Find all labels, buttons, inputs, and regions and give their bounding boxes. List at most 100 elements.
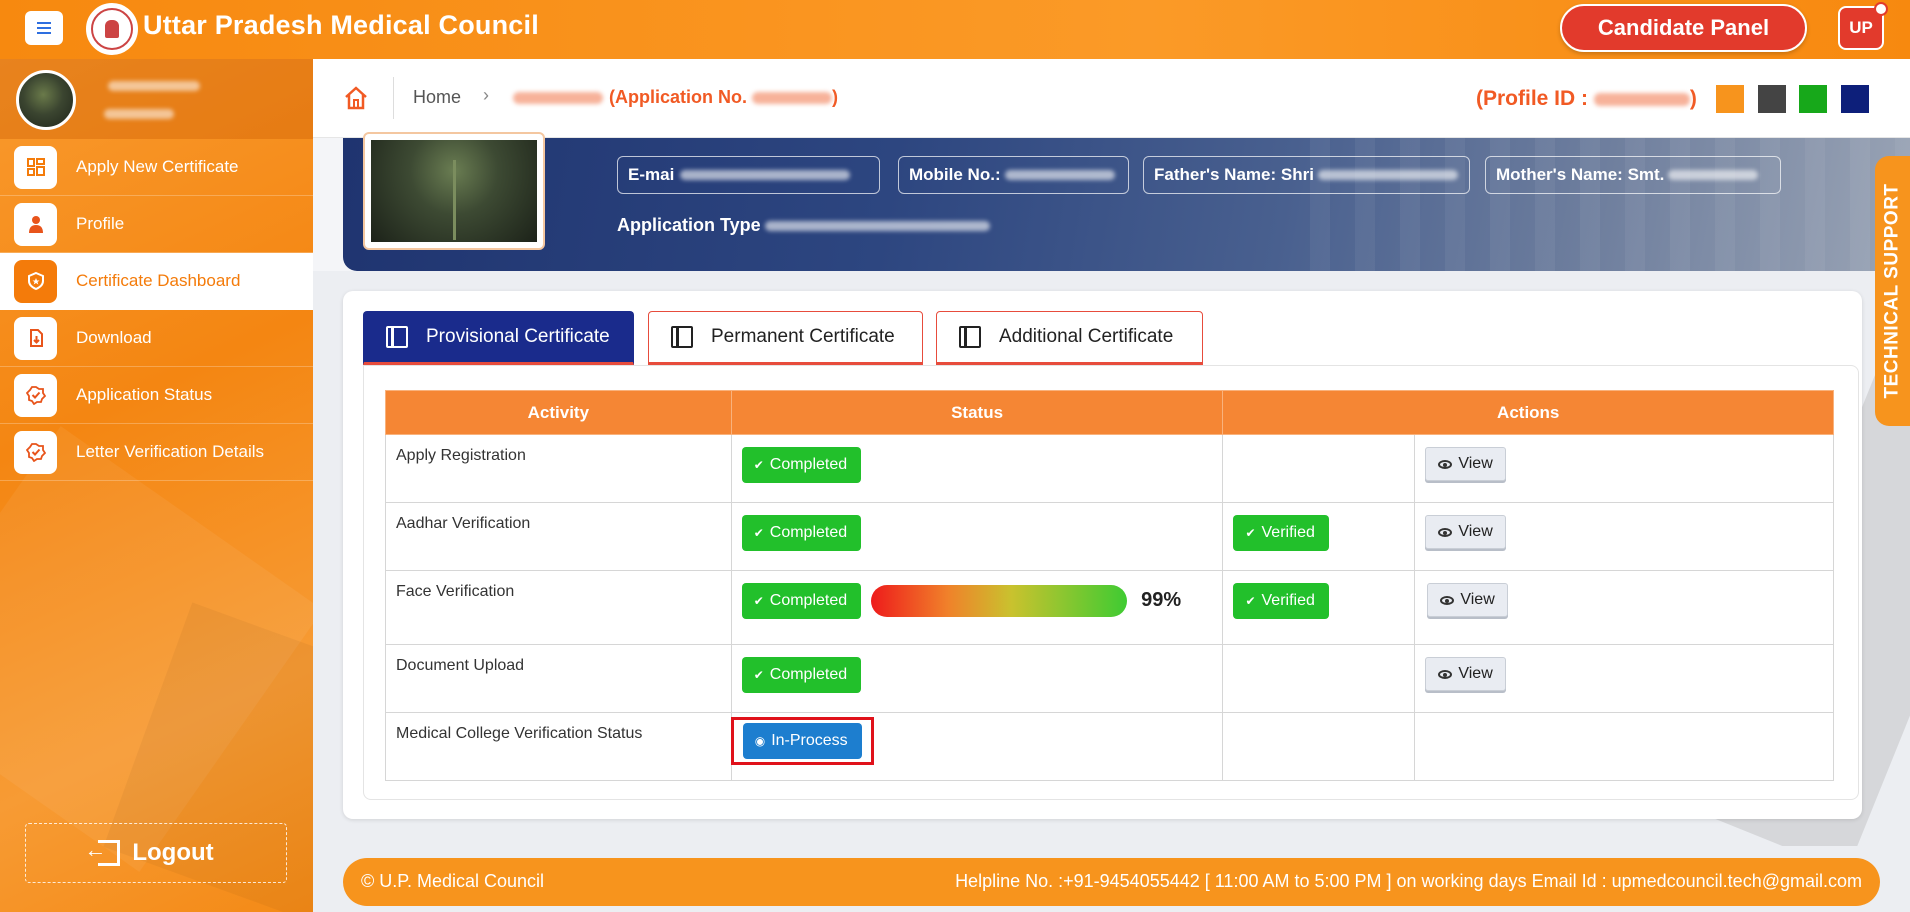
- hamburger-menu-button[interactable]: [25, 11, 63, 45]
- eye-icon: [1440, 595, 1455, 605]
- activity-cell: Aadhar Verification: [385, 502, 732, 571]
- download-icon: [14, 316, 57, 360]
- sidebar-item-label: Application Status: [76, 385, 213, 404]
- council-logo: [86, 3, 138, 55]
- mother-name-field: Mother's Name: Smt.: [1485, 156, 1781, 194]
- certificate-icon: [959, 326, 981, 348]
- activity-cell: Document Upload: [385, 644, 732, 713]
- logout-label: Logout: [132, 839, 214, 866]
- technical-support-label: TECHNICAL SUPPORT: [1881, 183, 1903, 399]
- application-type: Application Type: [617, 215, 990, 236]
- shield-icon: [14, 259, 57, 303]
- redacted-application-type: [764, 221, 990, 232]
- avatar: [16, 70, 76, 130]
- check-icon: ✔: [753, 458, 764, 472]
- activity-cell: Apply Registration: [385, 434, 732, 503]
- column-header-actions: Actions: [1222, 390, 1834, 435]
- view-button[interactable]: View: [1425, 657, 1506, 691]
- user-icon: [14, 202, 57, 246]
- table-header-row: Activity Status Actions: [385, 390, 1834, 435]
- sidebar-item-label: Profile: [76, 214, 125, 233]
- sidebar-profile: [0, 59, 313, 139]
- in-process-badge: ◉ In-Process: [742, 723, 862, 759]
- sidebar-item-label: Download: [76, 328, 152, 347]
- redacted-email: [680, 170, 851, 180]
- footer-copyright: © U.P. Medical Council: [361, 871, 545, 891]
- view-button[interactable]: View: [1425, 447, 1506, 481]
- breadcrumb-home-link[interactable]: Home: [413, 87, 461, 108]
- redacted-application-number: [752, 92, 833, 105]
- eye-icon: [1438, 459, 1453, 469]
- table-row: Aadhar Verification ✔ Completed ✔ Verified…: [385, 502, 1834, 571]
- tab-label: Provisional Certificate: [426, 326, 610, 347]
- table-row: Document Upload ✔ Completed View: [385, 644, 1834, 713]
- redacted-id: [104, 109, 174, 119]
- theme-gray-swatch[interactable]: [1758, 85, 1786, 113]
- sidebar: Apply New Certificate Profile Certificat…: [0, 59, 313, 912]
- redacted-mobile: [1004, 170, 1115, 180]
- completed-badge: ✔ Completed: [741, 583, 862, 619]
- redacted-candidate-name: [513, 92, 603, 105]
- table-row: Apply Registration ✔ Completed View: [385, 434, 1834, 503]
- completed-badge: ✔ Completed: [741, 515, 862, 551]
- chevron-right-icon: ›: [483, 85, 489, 105]
- sidebar-item-letter-verification-details[interactable]: Letter Verification Details: [0, 424, 313, 481]
- redacted-mother-name: [1668, 170, 1759, 180]
- clock-icon: ◉: [754, 734, 766, 748]
- email-field: E-mai: [617, 156, 880, 194]
- eye-icon: [1438, 527, 1453, 537]
- highlight-box: ◉ In-Process: [730, 717, 874, 765]
- candidate-photo: [365, 134, 543, 248]
- notification-dot-icon: [1874, 2, 1888, 16]
- view-button[interactable]: View: [1425, 515, 1506, 549]
- completed-badge: ✔ Completed: [741, 447, 862, 483]
- theme-navy-swatch[interactable]: [1841, 85, 1869, 113]
- face-match-bar: [871, 584, 1128, 617]
- theme-green-swatch[interactable]: [1799, 85, 1827, 113]
- candidate-panel-button[interactable]: Candidate Panel: [1560, 4, 1807, 52]
- home-icon[interactable]: [343, 85, 369, 111]
- sidebar-item-profile[interactable]: Profile: [0, 196, 313, 253]
- verified-badge: ✔ Verified: [1233, 515, 1329, 551]
- table-row: Medical College Verification Status ◉ In-…: [385, 712, 1834, 781]
- footer-helpline: Helpline No. :+91-9454055442 [ 11:00 AM …: [955, 871, 1862, 891]
- sidebar-item-application-status[interactable]: Application Status: [0, 367, 313, 424]
- certificate-icon: [386, 326, 408, 348]
- check-icon: ✔: [1245, 594, 1256, 608]
- breadcrumb: Home › (Application No. ) (Profile ID : …: [313, 59, 1910, 138]
- view-button[interactable]: View: [1427, 583, 1508, 617]
- verified-badge: ✔ Verified: [1233, 583, 1329, 619]
- logout-icon: [84, 837, 121, 866]
- tab-permanent-certificate[interactable]: Permanent Certificate: [648, 311, 923, 365]
- user-badge-label: UP: [1849, 18, 1873, 37]
- check-icon: ✔: [753, 526, 764, 540]
- profile-id: (Profile ID : ): [1476, 87, 1697, 110]
- technical-support-tab[interactable]: TECHNICAL SUPPORT: [1875, 156, 1910, 426]
- grid-icon: [14, 145, 57, 189]
- tab-provisional-certificate[interactable]: Provisional Certificate: [363, 311, 634, 365]
- theme-orange-swatch[interactable]: [1716, 85, 1744, 113]
- face-match-percent: 99%: [1141, 589, 1182, 612]
- tab-additional-certificate[interactable]: Additional Certificate: [936, 311, 1203, 365]
- mobile-field: Mobile No.:: [898, 156, 1129, 194]
- sidebar-item-apply-new-certificate[interactable]: Apply New Certificate: [0, 139, 313, 196]
- footer: © U.P. Medical Council Helpline No. :+91…: [343, 858, 1880, 906]
- redacted-father-name: [1317, 170, 1458, 180]
- user-badge-button[interactable]: UP: [1838, 2, 1888, 50]
- sidebar-item-certificate-dashboard[interactable]: Certificate Dashboard: [0, 253, 313, 310]
- check-badge-icon: [14, 373, 57, 417]
- activity-cell: Face Verification: [385, 570, 732, 645]
- certificate-icon: [671, 326, 693, 348]
- sidebar-item-download[interactable]: Download: [0, 310, 313, 367]
- check-badge-icon: [14, 430, 57, 474]
- redacted-name: [108, 81, 200, 91]
- check-icon: ✔: [1245, 526, 1256, 540]
- logout-button[interactable]: Logout: [25, 823, 287, 883]
- top-bar: Uttar Pradesh Medical Council Candidate …: [0, 0, 1910, 59]
- father-name-field: Father's Name: Shri: [1143, 156, 1470, 194]
- check-icon: ✔: [753, 594, 764, 608]
- app-title: Uttar Pradesh Medical Council: [143, 10, 539, 40]
- breadcrumb-application: (Application No. ): [513, 87, 838, 108]
- column-header-status: Status: [730, 390, 1224, 435]
- table-row: Face Verification ✔ Completed 99% ✔ Verifie…: [385, 570, 1834, 645]
